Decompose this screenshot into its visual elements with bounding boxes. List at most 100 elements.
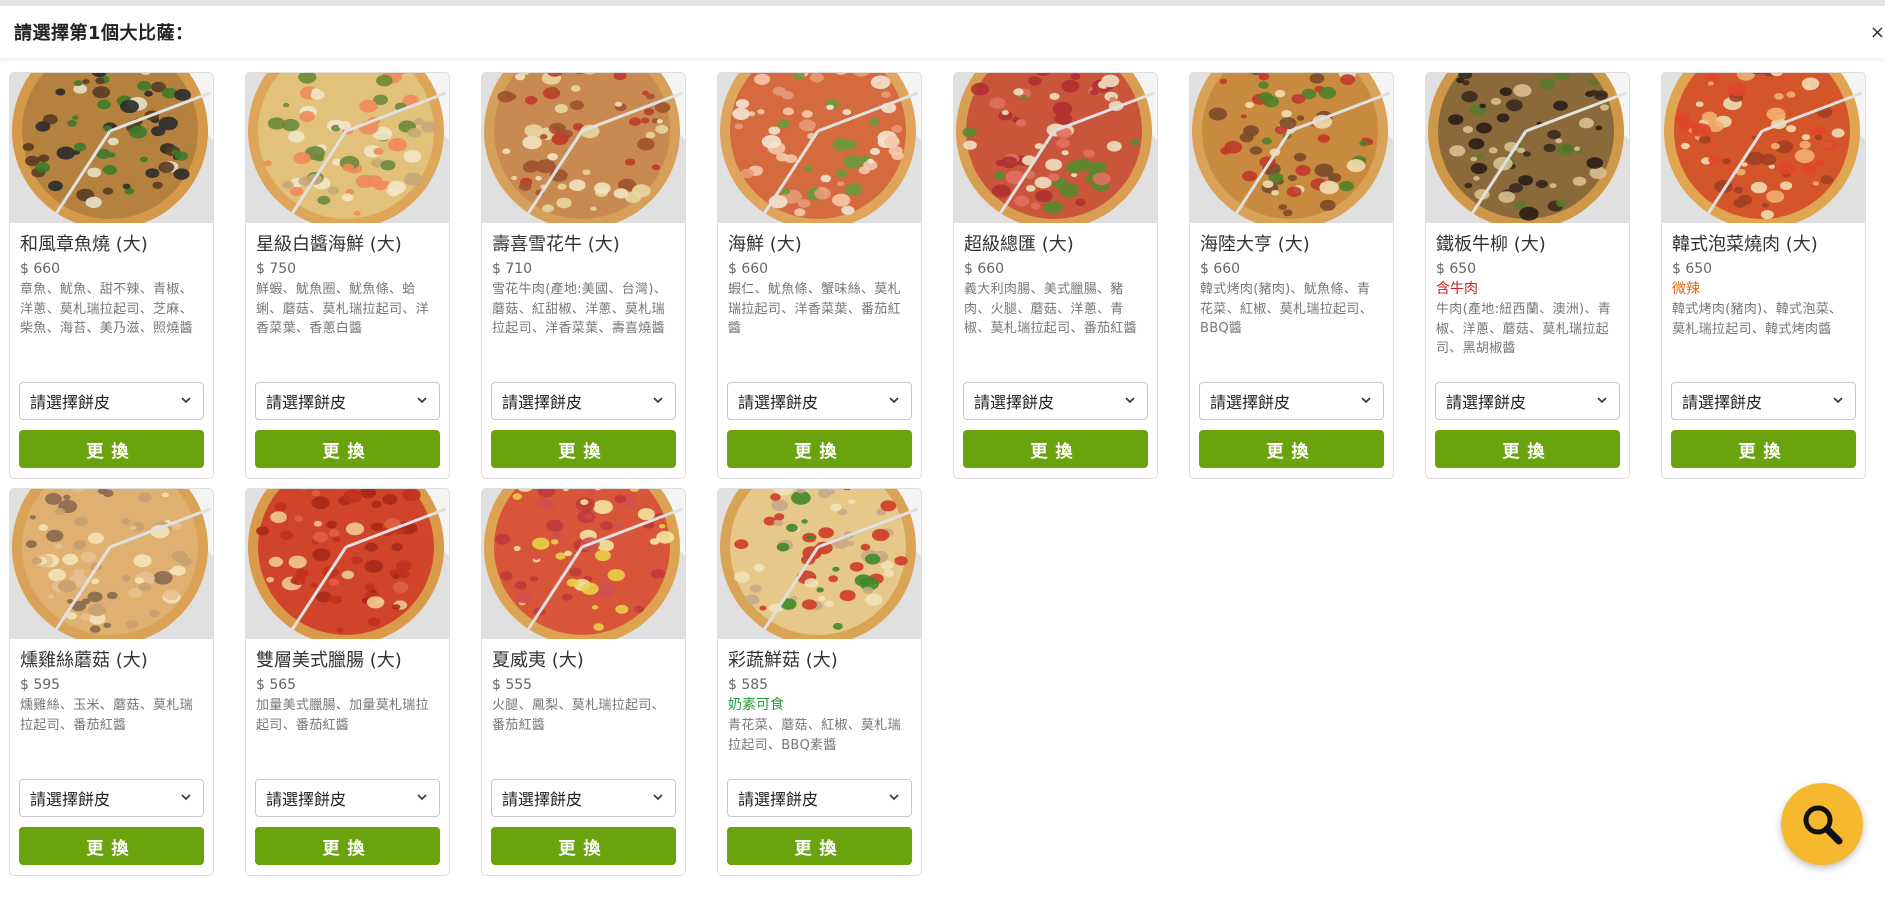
crust-select-label: 請選擇餅皮: [30, 790, 111, 809]
crust-select[interactable]: 請選擇餅皮: [1671, 382, 1856, 420]
pizza-card: 鐵板牛柳 (大) $ 650 含牛肉牛肉(產地:紐西蘭、澳洲)、青椒、洋蔥、蘑菇、莫…: [1425, 72, 1630, 479]
pizza-ingredients: 火腿、鳳梨、莫札瑞拉起司、番茄紅醬: [492, 698, 665, 733]
pizza-card: 星級白醬海鮮 (大) $ 750 鮮蝦、魷魚圈、魷魚條、蛤蜊、蘑菇、莫札瑞拉起司、洋…: [245, 72, 450, 479]
pizza-name: 夏威夷 (大): [492, 650, 584, 671]
crust-select-label: 請選擇餅皮: [738, 790, 819, 809]
chevron-down-icon: [653, 794, 663, 801]
chevron-down-icon: [417, 794, 427, 801]
pizza-image: [718, 73, 921, 223]
pizza-tag: 含牛肉: [1436, 281, 1478, 297]
crust-select[interactable]: 請選擇餅皮: [255, 382, 440, 420]
crust-select[interactable]: 請選擇餅皮: [727, 779, 912, 817]
pizza-ingredients: 韓式烤肉(豬肉)、韓式泡菜、莫札瑞拉起司、韓式烤肉醬: [1672, 302, 1843, 337]
pizza-ingredients: 韓式烤肉(豬肉)、魷魚條、青花菜、紅椒、莫札瑞拉起司、BBQ醬: [1200, 282, 1373, 336]
pizza-name: 彩蔬鮮菇 (大): [728, 650, 838, 671]
pizza-price: $ 650: [1672, 261, 1713, 277]
chevron-down-icon: [1361, 397, 1371, 404]
swap-button[interactable]: 更換: [963, 430, 1148, 468]
modal-header: 請選擇第1個大比薩： ×: [0, 6, 1885, 58]
pizza-image: [718, 489, 921, 639]
pizza-price: $ 660: [1200, 261, 1241, 277]
crust-select-label: 請選擇餅皮: [738, 393, 819, 412]
crust-select-label: 請選擇餅皮: [1682, 393, 1763, 412]
pizza-image: [954, 73, 1157, 223]
pizza-price: $ 710: [492, 261, 533, 277]
pizza-image: [10, 73, 213, 223]
swap-button[interactable]: 更換: [19, 827, 204, 865]
pizza-price: $ 555: [492, 677, 533, 693]
crust-select[interactable]: 請選擇餅皮: [963, 382, 1148, 420]
swap-button[interactable]: 更換: [1435, 430, 1620, 468]
chevron-down-icon: [1125, 397, 1135, 404]
pizza-tag: 微辣: [1672, 281, 1700, 297]
chevron-down-icon: [417, 397, 427, 404]
pizza-card: 燻雞絲蘑菇 (大) $ 595 燻雞絲、玉米、蘑菇、莫札瑞拉起司、番茄紅醬 請選擇餅皮…: [9, 488, 214, 876]
pizza-price: $ 750: [256, 261, 297, 277]
pizza-card: 海陸大亨 (大) $ 660 韓式烤肉(豬肉)、魷魚條、青花菜、紅椒、莫札瑞拉起司、…: [1189, 72, 1394, 479]
chevron-down-icon: [181, 397, 191, 404]
search-button[interactable]: [1781, 783, 1863, 865]
chevron-down-icon: [1597, 397, 1607, 404]
pizza-price: $ 660: [20, 261, 61, 277]
crust-select[interactable]: 請選擇餅皮: [727, 382, 912, 420]
swap-button[interactable]: 更換: [255, 430, 440, 468]
pizza-image: [482, 73, 685, 223]
crust-select-label: 請選擇餅皮: [1210, 393, 1291, 412]
pizza-name: 海陸大亨 (大): [1200, 234, 1310, 255]
pizza-price: $ 565: [256, 677, 297, 693]
swap-button[interactable]: 更換: [727, 827, 912, 865]
crust-select-label: 請選擇餅皮: [502, 393, 583, 412]
crust-select[interactable]: 請選擇餅皮: [19, 779, 204, 817]
pizza-price: $ 585: [728, 677, 769, 693]
crust-select[interactable]: 請選擇餅皮: [19, 382, 204, 420]
pizza-image: [246, 489, 449, 639]
swap-button[interactable]: 更換: [1671, 430, 1856, 468]
swap-button[interactable]: 更換: [727, 430, 912, 468]
chevron-down-icon: [1833, 397, 1843, 404]
pizza-ingredients: 燻雞絲、玉米、蘑菇、莫札瑞拉起司、番茄紅醬: [20, 698, 193, 733]
pizza-name: 和風章魚燒 (大): [20, 234, 148, 255]
pizza-image: [1662, 73, 1865, 223]
pizza-ingredients: 青花菜、蘑菇、紅椒、莫札瑞拉起司、BBQ素醬: [728, 718, 901, 753]
crust-select[interactable]: 請選擇餅皮: [1435, 382, 1620, 420]
pizza-name: 燻雞絲蘑菇 (大): [20, 650, 148, 671]
swap-button[interactable]: 更換: [491, 827, 676, 865]
pizza-card: 壽喜雪花牛 (大) $ 710 雪花牛肉(產地:美國、台灣)、蘑菇、紅甜椒、洋蔥、莫…: [481, 72, 686, 479]
pizza-tag: 奶素可食: [728, 697, 784, 713]
swap-button[interactable]: 更換: [19, 430, 204, 468]
pizza-price: $ 660: [728, 261, 769, 277]
pizza-image: [482, 489, 685, 639]
pizza-name: 韓式泡菜燒肉 (大): [1672, 234, 1818, 255]
magnifier-icon: [1803, 805, 1843, 845]
pizza-card: 和風章魚燒 (大) $ 660 章魚、魷魚、甜不辣、青椒、洋蔥、莫札瑞拉起司、芝麻、…: [9, 72, 214, 479]
page-title: 請選擇第1個大比薩：: [14, 23, 194, 44]
pizza-name: 鐵板牛柳 (大): [1436, 234, 1546, 255]
pizza-ingredients: 義大利肉腸、美式臘腸、豬肉、火腿、蘑菇、洋蔥、青椒、莫札瑞拉起司、番茄紅醬: [964, 282, 1137, 336]
chevron-down-icon: [889, 397, 899, 404]
pizza-name: 超級總匯 (大): [964, 234, 1074, 255]
pizza-name: 星級白醬海鮮 (大): [256, 234, 402, 255]
chevron-down-icon: [653, 397, 663, 404]
swap-button[interactable]: 更換: [491, 430, 676, 468]
crust-select[interactable]: 請選擇餅皮: [491, 382, 676, 420]
pizza-price: $ 650: [1436, 261, 1477, 277]
crust-select-label: 請選擇餅皮: [502, 790, 583, 809]
chevron-down-icon: [889, 794, 899, 801]
crust-select-label: 請選擇餅皮: [30, 393, 111, 412]
close-icon[interactable]: ×: [1870, 22, 1885, 43]
crust-select-label: 請選擇餅皮: [1446, 393, 1527, 412]
pizza-name: 雙層美式臘腸 (大): [256, 650, 402, 671]
pizza-ingredients: 牛肉(產地:紐西蘭、澳洲)、青椒、洋蔥、蘑菇、莫札瑞拉起司、黑胡椒醬: [1436, 302, 1612, 356]
crust-select-label: 請選擇餅皮: [266, 393, 347, 412]
crust-select[interactable]: 請選擇餅皮: [255, 779, 440, 817]
page: 請選擇第1個大比薩： × 和風章魚燒 (大) $ 660 章魚、魷魚、甜不辣、青椒、…: [0, 0, 1885, 898]
crust-select-label: 請選擇餅皮: [266, 790, 347, 809]
pizza-card: 彩蔬鮮菇 (大) $ 585 奶素可食青花菜、蘑菇、紅椒、莫札瑞拉起司、BBQ素醬請…: [717, 488, 922, 876]
swap-button[interactable]: 更換: [255, 827, 440, 865]
crust-select[interactable]: 請選擇餅皮: [1199, 382, 1384, 420]
swap-button[interactable]: 更換: [1199, 430, 1384, 468]
pizza-ingredients: 蝦仁、魷魚條、蟹味絲、莫札瑞拉起司、洋香菜葉、番茄紅醬: [728, 282, 901, 336]
crust-select[interactable]: 請選擇餅皮: [491, 779, 676, 817]
pizza-name: 壽喜雪花牛 (大): [492, 234, 620, 255]
pizza-image: [10, 489, 213, 639]
